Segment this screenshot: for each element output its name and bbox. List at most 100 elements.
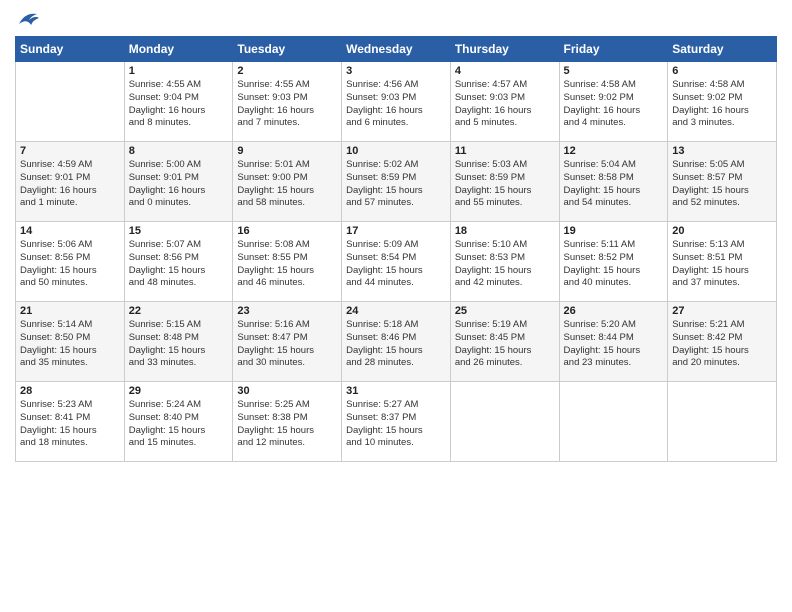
calendar-cell: 22 Sunrise: 5:15 AM Sunset: 8:48 PM Dayli…: [124, 302, 233, 382]
day-number: 22: [129, 305, 229, 317]
week-row-1: 1 Sunrise: 4:55 AM Sunset: 9:04 PM Daylig…: [16, 62, 777, 142]
cell-content: Sunrise: 5:20 AM Sunset: 8:44 PM Dayligh…: [564, 319, 664, 370]
calendar-cell: 24Sunrise: 5:18 AM Sunset: 8:46 PM Dayli…: [342, 302, 451, 382]
cell-content: Sunrise: 4:55 AM Sunset: 9:03 PM Dayligh…: [237, 79, 337, 130]
day-number: 26: [564, 305, 664, 317]
calendar-cell: 11 Sunrise: 5:03 AM Sunset: 8:59 PM Dayli…: [450, 142, 559, 222]
day-number: 20: [672, 225, 772, 237]
cell-content: Sunrise: 5:08 AM Sunset: 8:55 PM Dayligh…: [237, 239, 337, 290]
day-number: 5: [564, 65, 664, 77]
day-number: 27: [672, 305, 772, 317]
calendar-cell: 1 Sunrise: 4:55 AM Sunset: 9:04 PM Daylig…: [124, 62, 233, 142]
calendar-cell: 29 Sunrise: 5:24 AM Sunset: 8:40 PM Dayli…: [124, 382, 233, 462]
header-cell-thursday: Thursday: [450, 37, 559, 62]
day-number: 24: [346, 305, 446, 317]
header: [15, 10, 777, 28]
calendar-cell: [668, 382, 777, 462]
day-number: 8: [129, 145, 229, 157]
cell-content: Sunrise: 4:57 AM Sunset: 9:03 PM Dayligh…: [455, 79, 555, 130]
calendar-cell: 2Sunrise: 4:55 AM Sunset: 9:03 PM Daylig…: [233, 62, 342, 142]
cell-content: Sunrise: 5:13 AM Sunset: 8:51 PM Dayligh…: [672, 239, 772, 290]
calendar-cell: 28 Sunrise: 5:23 AM Sunset: 8:41 PM Dayli…: [16, 382, 125, 462]
calendar-cell: 21Sunrise: 5:14 AM Sunset: 8:50 PM Dayli…: [16, 302, 125, 382]
cell-content: Sunrise: 5:24 AM Sunset: 8:40 PM Dayligh…: [129, 399, 229, 450]
cell-content: Sunrise: 5:02 AM Sunset: 8:59 PM Dayligh…: [346, 159, 446, 210]
calendar-cell: 10 Sunrise: 5:02 AM Sunset: 8:59 PM Dayli…: [342, 142, 451, 222]
cell-content: Sunrise: 5:06 AM Sunset: 8:56 PM Dayligh…: [20, 239, 120, 290]
day-number: 12: [564, 145, 664, 157]
header-cell-tuesday: Tuesday: [233, 37, 342, 62]
calendar-cell: 12 Sunrise: 5:04 AM Sunset: 8:58 PM Dayli…: [559, 142, 668, 222]
header-cell-friday: Friday: [559, 37, 668, 62]
cell-content: Sunrise: 5:03 AM Sunset: 8:59 PM Dayligh…: [455, 159, 555, 210]
cell-content: Sunrise: 4:55 AM Sunset: 9:04 PM Dayligh…: [129, 79, 229, 130]
day-number: 14: [20, 225, 120, 237]
calendar-cell: [559, 382, 668, 462]
calendar-cell: 14 Sunrise: 5:06 AM Sunset: 8:56 PM Dayli…: [16, 222, 125, 302]
day-number: 28: [20, 385, 120, 397]
calendar-cell: 16 Sunrise: 5:08 AM Sunset: 8:55 PM Dayli…: [233, 222, 342, 302]
day-number: 16: [237, 225, 337, 237]
day-number: 29: [129, 385, 229, 397]
calendar-cell: 9 Sunrise: 5:01 AM Sunset: 9:00 PM Daylig…: [233, 142, 342, 222]
day-number: 3: [346, 65, 446, 77]
cell-content: Sunrise: 5:01 AM Sunset: 9:00 PM Dayligh…: [237, 159, 337, 210]
cell-content: Sunrise: 5:23 AM Sunset: 8:41 PM Dayligh…: [20, 399, 120, 450]
week-row-5: 28 Sunrise: 5:23 AM Sunset: 8:41 PM Dayli…: [16, 382, 777, 462]
day-number: 23: [237, 305, 337, 317]
calendar-cell: 30 Sunrise: 5:25 AM Sunset: 8:38 PM Dayli…: [233, 382, 342, 462]
cell-content: Sunrise: 5:15 AM Sunset: 8:48 PM Dayligh…: [129, 319, 229, 370]
cell-content: Sunrise: 5:04 AM Sunset: 8:58 PM Dayligh…: [564, 159, 664, 210]
calendar-cell: 13 Sunrise: 5:05 AM Sunset: 8:57 PM Dayli…: [668, 142, 777, 222]
cell-content: Sunrise: 5:00 AM Sunset: 9:01 PM Dayligh…: [129, 159, 229, 210]
calendar-cell: [16, 62, 125, 142]
cell-content: Sunrise: 5:19 AM Sunset: 8:45 PM Dayligh…: [455, 319, 555, 370]
calendar-cell: 31 Sunrise: 5:27 AM Sunset: 8:37 PM Dayli…: [342, 382, 451, 462]
cell-content: Sunrise: 5:16 AM Sunset: 8:47 PM Dayligh…: [237, 319, 337, 370]
calendar-cell: 19 Sunrise: 5:11 AM Sunset: 8:52 PM Dayli…: [559, 222, 668, 302]
calendar-cell: 3 Sunrise: 4:56 AM Sunset: 9:03 PM Daylig…: [342, 62, 451, 142]
week-row-3: 14 Sunrise: 5:06 AM Sunset: 8:56 PM Dayli…: [16, 222, 777, 302]
day-number: 31: [346, 385, 446, 397]
cell-content: Sunrise: 5:21 AM Sunset: 8:42 PM Dayligh…: [672, 319, 772, 370]
calendar-cell: 26 Sunrise: 5:20 AM Sunset: 8:44 PM Dayli…: [559, 302, 668, 382]
calendar-cell: 20 Sunrise: 5:13 AM Sunset: 8:51 PM Dayli…: [668, 222, 777, 302]
logo: [15, 10, 39, 28]
week-row-4: 21Sunrise: 5:14 AM Sunset: 8:50 PM Dayli…: [16, 302, 777, 382]
day-number: 17: [346, 225, 446, 237]
page-container: SundayMondayTuesdayWednesdayThursdayFrid…: [0, 0, 792, 472]
cell-content: Sunrise: 5:10 AM Sunset: 8:53 PM Dayligh…: [455, 239, 555, 290]
calendar-cell: 7Sunrise: 4:59 AM Sunset: 9:01 PM Daylig…: [16, 142, 125, 222]
day-number: 18: [455, 225, 555, 237]
day-number: 13: [672, 145, 772, 157]
cell-content: Sunrise: 5:05 AM Sunset: 8:57 PM Dayligh…: [672, 159, 772, 210]
calendar-cell: [450, 382, 559, 462]
day-number: 1: [129, 65, 229, 77]
day-number: 9: [237, 145, 337, 157]
cell-content: Sunrise: 5:14 AM Sunset: 8:50 PM Dayligh…: [20, 319, 120, 370]
week-row-2: 7Sunrise: 4:59 AM Sunset: 9:01 PM Daylig…: [16, 142, 777, 222]
calendar-cell: 18 Sunrise: 5:10 AM Sunset: 8:53 PM Dayli…: [450, 222, 559, 302]
day-number: 10: [346, 145, 446, 157]
day-number: 19: [564, 225, 664, 237]
calendar-cell: 23 Sunrise: 5:16 AM Sunset: 8:47 PM Dayli…: [233, 302, 342, 382]
cell-content: Sunrise: 5:09 AM Sunset: 8:54 PM Dayligh…: [346, 239, 446, 290]
cell-content: Sunrise: 5:27 AM Sunset: 8:37 PM Dayligh…: [346, 399, 446, 450]
cell-content: Sunrise: 5:07 AM Sunset: 8:56 PM Dayligh…: [129, 239, 229, 290]
cell-content: Sunrise: 4:56 AM Sunset: 9:03 PM Dayligh…: [346, 79, 446, 130]
header-row: SundayMondayTuesdayWednesdayThursdayFrid…: [16, 37, 777, 62]
cell-content: Sunrise: 5:11 AM Sunset: 8:52 PM Dayligh…: [564, 239, 664, 290]
day-number: 25: [455, 305, 555, 317]
day-number: 30: [237, 385, 337, 397]
cell-content: Sunrise: 4:58 AM Sunset: 9:02 PM Dayligh…: [672, 79, 772, 130]
cell-content: Sunrise: 5:25 AM Sunset: 8:38 PM Dayligh…: [237, 399, 337, 450]
day-number: 6: [672, 65, 772, 77]
calendar-table: SundayMondayTuesdayWednesdayThursdayFrid…: [15, 36, 777, 462]
header-cell-monday: Monday: [124, 37, 233, 62]
cell-content: Sunrise: 4:58 AM Sunset: 9:02 PM Dayligh…: [564, 79, 664, 130]
day-number: 15: [129, 225, 229, 237]
logo-bird-icon: [17, 10, 39, 28]
cell-content: Sunrise: 4:59 AM Sunset: 9:01 PM Dayligh…: [20, 159, 120, 210]
calendar-cell: 17 Sunrise: 5:09 AM Sunset: 8:54 PM Dayli…: [342, 222, 451, 302]
day-number: 11: [455, 145, 555, 157]
